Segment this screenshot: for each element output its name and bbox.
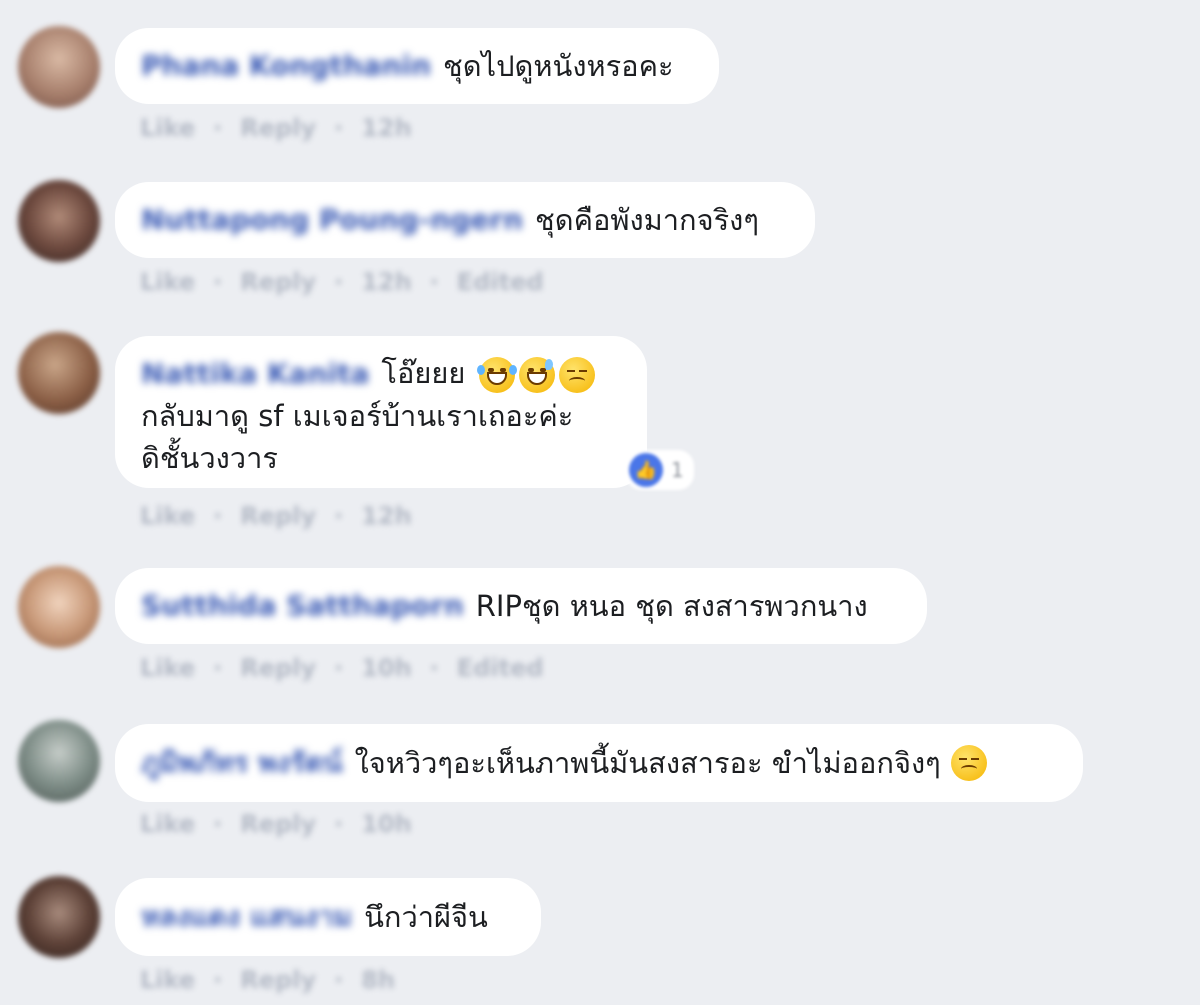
comment-text: ดิชั้นวงวาร: [141, 441, 278, 475]
comment-text: ชุดไปดูหนังหรอคะ: [443, 49, 674, 83]
like-link[interactable]: Like: [140, 268, 195, 296]
avatar[interactable]: [18, 566, 100, 648]
avatar[interactable]: [18, 26, 100, 108]
comment-text: กลับมาดู sf เมเจอร์บ้านเราเถอะค่ะ: [141, 399, 574, 433]
comment-actions: Like · Reply · 10h · Edited: [140, 654, 544, 682]
comment-actions: Like · Reply · 12h · Edited: [140, 268, 544, 296]
comment-timestamp[interactable]: 10h: [361, 810, 411, 838]
comment-author-link[interactable]: ภูมิพภัทร พงรัตน์: [141, 742, 343, 784]
comment-text: ชุดคือพังมากจริงๆ: [535, 203, 759, 237]
comment-timestamp[interactable]: 12h: [361, 114, 411, 142]
comment-actions: Like · Reply · 8h: [140, 966, 395, 994]
comment-actions: Like · Reply · 12h: [140, 502, 412, 530]
comment-author-link[interactable]: Nattika Kanita: [141, 353, 369, 395]
reply-link[interactable]: Reply: [240, 966, 316, 994]
like-link[interactable]: Like: [140, 654, 195, 682]
comment-bubble: ภูมิพภัทร พงรัตน์ ใจหวิวๆอะเห็นภาพนี้มัน…: [115, 724, 1083, 802]
like-link[interactable]: Like: [140, 966, 195, 994]
like-icon: 👍: [629, 453, 663, 487]
like-link[interactable]: Like: [140, 114, 195, 142]
comment-timestamp[interactable]: 12h: [361, 502, 411, 530]
reply-link[interactable]: Reply: [240, 810, 316, 838]
reply-link[interactable]: Reply: [240, 654, 316, 682]
reply-link[interactable]: Reply: [240, 502, 316, 530]
like-link[interactable]: Like: [140, 502, 195, 530]
edited-label[interactable]: Edited: [457, 654, 544, 682]
comment-author-link[interactable]: Phana Kongthanin: [141, 45, 431, 87]
comment-text: RIPชุด หนอ ชุด สงสารพวกนาง: [475, 589, 868, 623]
comment-bubble: หลงแดง แสนงาม นึกว่าผีจีน: [115, 878, 541, 956]
reaction-summary[interactable]: 👍 1: [626, 450, 694, 490]
reply-link[interactable]: Reply: [240, 268, 316, 296]
avatar[interactable]: [18, 720, 100, 802]
avatar[interactable]: [18, 180, 100, 262]
comment-text: นึกว่าผีจีน: [364, 900, 488, 934]
reaction-count: 1: [671, 458, 684, 482]
reply-link[interactable]: Reply: [240, 114, 316, 142]
comment-author-link[interactable]: หลงแดง แสนงาม: [141, 896, 352, 938]
comment-bubble: Nattika Kanita โอ๊ยยย กลับมาดู sf เมเจอร์…: [115, 336, 647, 488]
comment-thread: Phana Kongthanin ชุดไปดูหนังหรอคะ Like · R…: [0, 0, 1200, 1005]
avatar[interactable]: [18, 876, 100, 958]
sweat-smile-emoji: [518, 357, 555, 393]
comment-text: ใจหวิวๆอะเห็นภาพนี้มันสงสารอะ ขำไม่ออกจิ…: [354, 746, 941, 780]
like-link[interactable]: Like: [140, 810, 195, 838]
comment-timestamp[interactable]: 10h: [361, 654, 411, 682]
comment-bubble: Nuttapong Poung-ngern ชุดคือพังมากจริงๆ: [115, 182, 815, 258]
comment-bubble: Sutthida Satthaporn RIPชุด หนอ ชุด สงสาร…: [115, 568, 927, 644]
comment-actions: Like · Reply · 12h: [140, 114, 412, 142]
avatar[interactable]: [18, 332, 100, 414]
comment-actions: Like · Reply · 10h: [140, 810, 412, 838]
comment-text: โอ๊ยยย: [381, 356, 466, 390]
comment-timestamp[interactable]: 12h: [361, 268, 411, 296]
edited-label[interactable]: Edited: [457, 268, 544, 296]
comment-author-link[interactable]: Nuttapong Poung-ngern: [141, 199, 523, 241]
comment-bubble: Phana Kongthanin ชุดไปดูหนังหรอคะ: [115, 28, 719, 104]
comment-timestamp[interactable]: 8h: [361, 966, 395, 994]
disappointed-emoji: [950, 745, 987, 781]
comment-author-link[interactable]: Sutthida Satthaporn: [141, 585, 464, 627]
laughing-tears-emoji: [476, 357, 517, 393]
sleepy-emoji: [558, 357, 595, 393]
